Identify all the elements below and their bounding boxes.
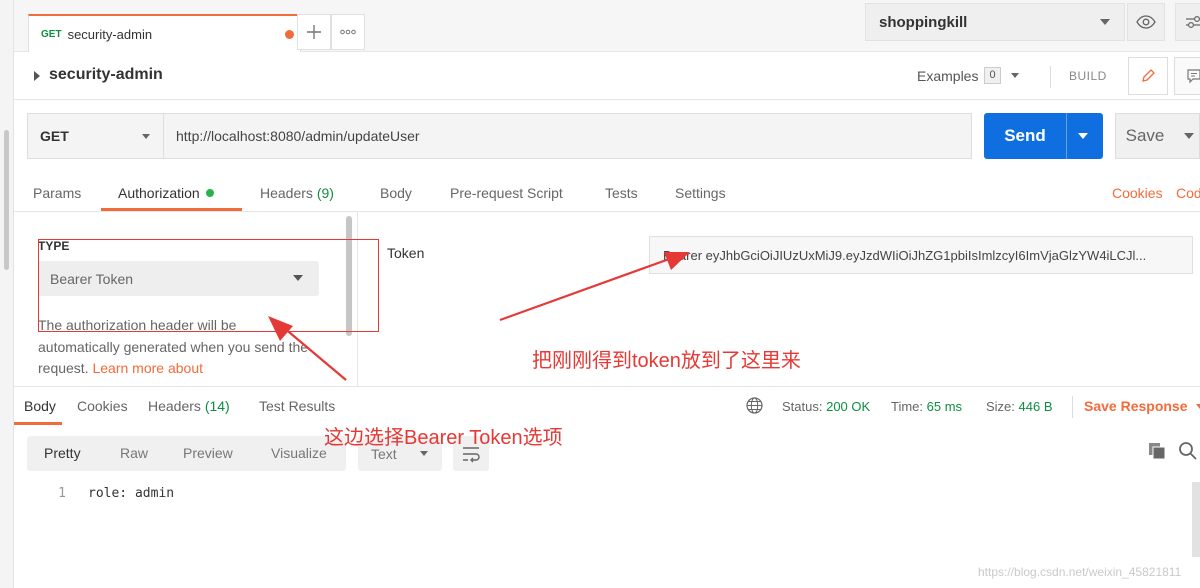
arrow-to-token — [499, 252, 690, 322]
annotation-token-note: 把刚刚得到token放到了这里来 — [532, 350, 801, 372]
annotation-arrows — [268, 252, 690, 381]
arrow-to-type — [268, 316, 347, 381]
annotation-type-note: 这边选择Bearer Token选项 — [324, 427, 563, 449]
watermark: https://blog.csdn.net/weixin_45821811 — [978, 565, 1182, 579]
